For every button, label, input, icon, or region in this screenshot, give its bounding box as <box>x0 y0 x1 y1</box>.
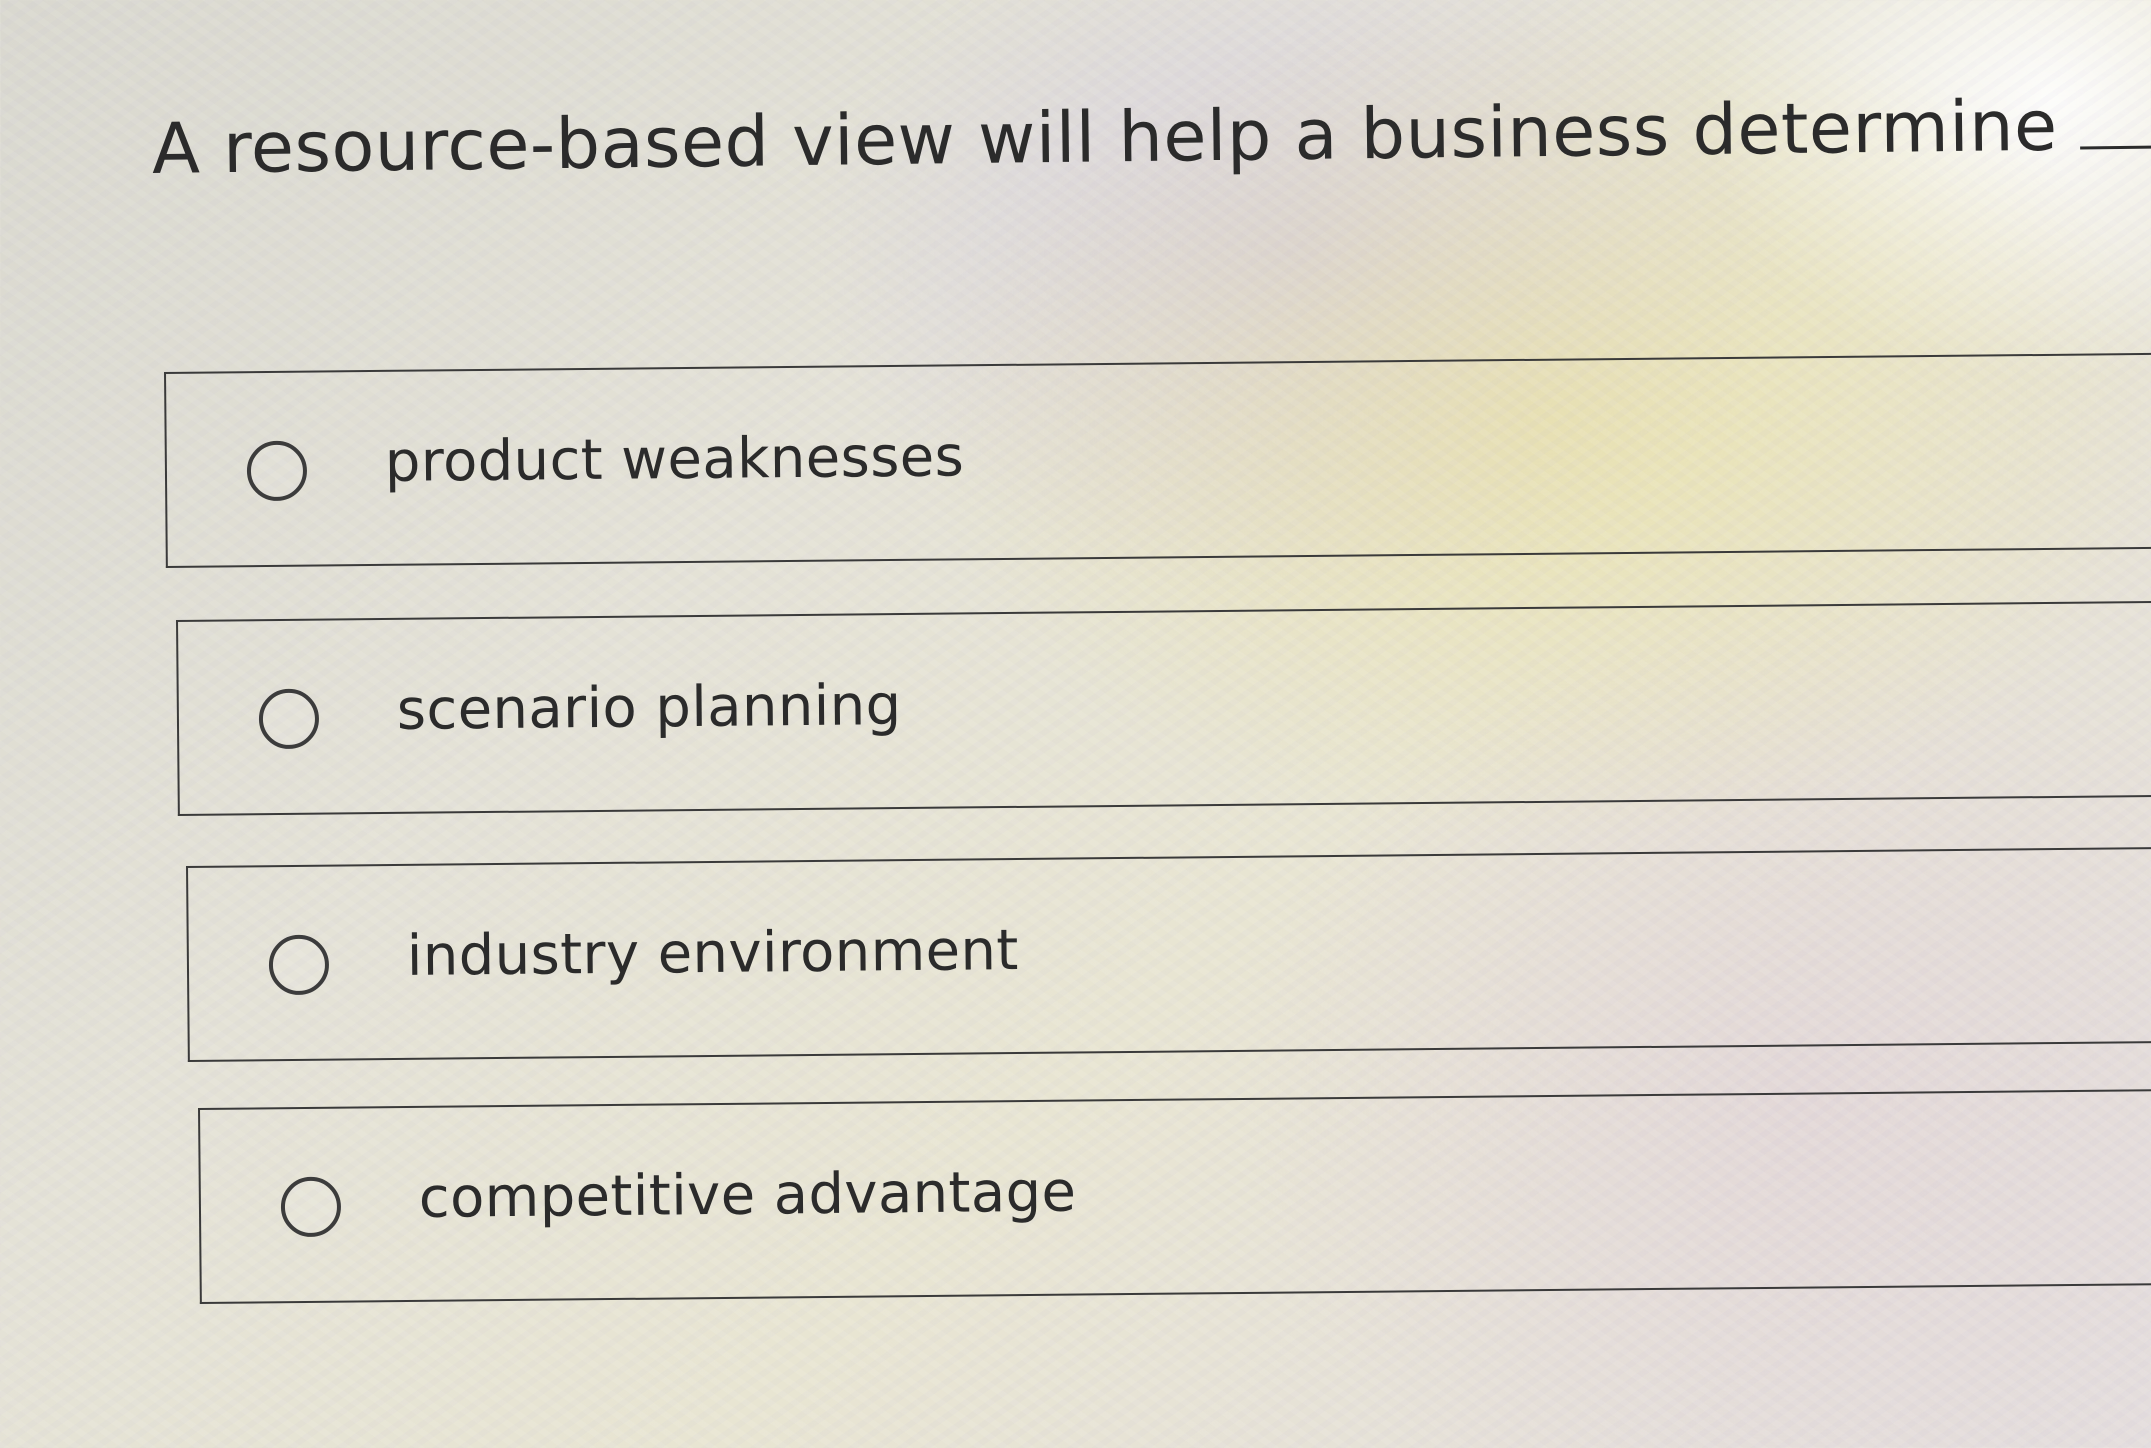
question-prompt: A resource-based view will help a busine… <box>151 82 2151 190</box>
radio-button[interactable] <box>268 934 330 996</box>
option-label: scenario planning <box>396 673 902 743</box>
answer-option-scenario-planning[interactable]: scenario planning <box>176 601 2151 816</box>
option-label: product weaknesses <box>384 424 965 495</box>
radio-button[interactable] <box>280 1176 342 1238</box>
radio-button[interactable] <box>246 440 308 502</box>
question-text: A resource-based view will help a busine… <box>151 84 2059 190</box>
answer-option-industry-environment[interactable]: industry environment <box>186 847 2151 1062</box>
radio-button[interactable] <box>258 688 320 750</box>
option-label: competitive advantage <box>418 1159 1077 1231</box>
answer-option-competitive-advantage[interactable]: competitive advantage <box>198 1089 2151 1304</box>
answer-option-product-weaknesses[interactable]: product weaknesses <box>164 352 2151 568</box>
option-label: industry environment <box>406 918 1020 989</box>
answer-blank <box>2079 94 2151 150</box>
